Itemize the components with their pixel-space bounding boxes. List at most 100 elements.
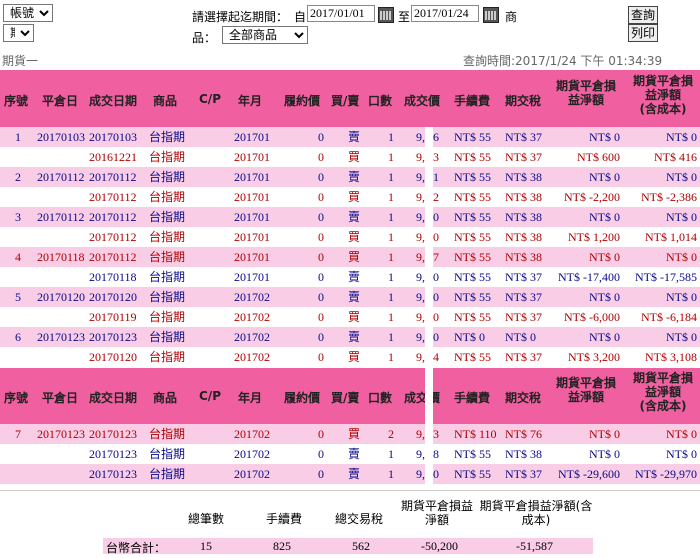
table-row[interactable]: 20170118 台指期 201701 0 賣 1 9, 0 NT$ 55 NT$ 37 NT$ -… (0, 267, 700, 287)
query-button[interactable]: 查詢 (628, 6, 658, 24)
col-header-close_date: 平倉日 (42, 94, 79, 108)
cell-side: 賣 (348, 170, 361, 184)
table-row[interactable]: 20170123 台指期 201702 0 賣 1 9, 8 NT$ 55 NT$ 38 NT$ 0… (0, 444, 700, 464)
cell-tax: NT$ 76 (505, 427, 542, 441)
cell-cost: NT$ -6,184 (641, 310, 697, 324)
cell-tax: NT$ 38 (505, 190, 542, 204)
cell-product: 台指期 (149, 467, 186, 481)
cell-side: 買 (348, 310, 361, 324)
cell-month: 201701 (234, 230, 270, 244)
calendar-icon[interactable] (378, 7, 394, 23)
col-header-strike: 履約價 (284, 94, 321, 108)
table-row[interactable]: 20161221 台指期 201701 0 買 1 9, 3 NT$ 55 NT$ 37 NT$ 6… (0, 147, 700, 167)
cell-price2: 1 (433, 170, 439, 184)
table-row[interactable]: 1 20170103 20170103 台指期 201701 0 賣 1 9, 6 NT$ 55 NT… (0, 127, 700, 147)
cell-tax: NT$ 37 (505, 350, 542, 364)
col-header-seq: 序號 (4, 391, 29, 405)
cell-qty: 1 (388, 467, 394, 481)
cell-fee: NT$ 55 (454, 250, 491, 264)
cell-price2: 7 (433, 250, 439, 264)
table-row[interactable]: 20170123 台指期 201702 0 賣 1 9, 0 NT$ 55 NT$ 37 NT$ -… (0, 464, 700, 484)
col-header-price: 成交價 (404, 94, 441, 108)
cell-close: 20170123 (37, 330, 85, 344)
account-select[interactable]: 帳號 (3, 4, 53, 22)
table-row[interactable]: 4 20170118 20170112 台指期 201701 0 買 1 9, 7 NT$ 55 NT… (0, 247, 700, 267)
cell-strike: 0 (318, 230, 324, 244)
cell-date: 20170112 (89, 250, 137, 264)
cell-product: 台指期 (149, 330, 186, 344)
cell-price2: 0 (433, 270, 439, 284)
cell-strike: 0 (318, 170, 324, 184)
cell-cost: NT$ 1,014 (645, 230, 697, 244)
cell-fee: NT$ 55 (454, 447, 491, 461)
col-header-month: 年月 (238, 391, 263, 405)
cell-product: 台指期 (149, 290, 186, 304)
table-row[interactable]: 20170112 台指期 201701 0 買 1 9, 0 NT$ 55 NT$ 38 NT$ 1… (0, 227, 700, 247)
cell-seq: 7 (15, 427, 21, 441)
cell-cost: NT$ 3,108 (645, 350, 697, 364)
cell-net: NT$ 0 (589, 427, 620, 441)
product-select[interactable]: 全部商品 (222, 26, 308, 44)
cell-fee: NT$ 55 (454, 467, 491, 481)
summary-fee: 825 (273, 539, 291, 553)
cell-strike: 0 (318, 350, 324, 364)
to-date-input[interactable] (411, 5, 479, 22)
table-row[interactable]: 5 20170120 20170120 台指期 201702 0 賣 1 9, 0 NT$ 55 NT… (0, 287, 700, 307)
cell-side: 賣 (348, 290, 361, 304)
from-date-input[interactable] (307, 5, 375, 22)
cell-fee: NT$ 55 (454, 230, 491, 244)
cell-price2: 0 (433, 210, 439, 224)
cell-price2: 4 (433, 350, 439, 364)
cell-date: 20170120 (89, 290, 137, 304)
cell-tax: NT$ 37 (505, 150, 542, 164)
col-header-product: 商品 (153, 391, 178, 405)
cell-strike: 0 (318, 150, 324, 164)
cell-cost: NT$ 0 (666, 210, 697, 224)
summary-count: 15 (200, 539, 212, 553)
print-button[interactable]: 列印 (628, 24, 658, 42)
cell-price: 9, (416, 330, 425, 344)
summary-net: -50,200 (421, 539, 458, 553)
cell-product: 台指期 (149, 150, 186, 164)
col-header-side: 買/賣 (331, 391, 360, 405)
table-row[interactable]: 20170112 台指期 201701 0 買 1 9, 2 NT$ 55 NT$ 38 NT$ -… (0, 187, 700, 207)
table-row[interactable]: 2 20170112 20170112 台指期 201701 0 賣 1 9, 1 NT$ 55 NT… (0, 167, 700, 187)
cell-date: 20170123 (89, 427, 137, 441)
cell-cost: NT$ 0 (666, 290, 697, 304)
cell-strike: 0 (318, 290, 324, 304)
cell-seq: 1 (15, 130, 21, 144)
cell-price: 9, (416, 350, 425, 364)
col-header-side: 買/賣 (331, 94, 360, 108)
cell-price2: 0 (433, 290, 439, 304)
summary-tax-header: 總交易稅 (335, 512, 384, 526)
table-row[interactable]: 20170119 台指期 201702 0 買 1 9, 0 NT$ 55 NT$ 37 NT$ -… (0, 307, 700, 327)
cell-price: 9, (416, 130, 425, 144)
cell-close: 20170112 (37, 170, 85, 184)
cell-cost: NT$ -2,386 (641, 190, 697, 204)
cell-price: 9, (416, 150, 425, 164)
cell-net: NT$ 0 (589, 130, 620, 144)
cell-month: 201702 (234, 350, 270, 364)
calendar-icon[interactable] (483, 7, 499, 23)
cell-price2: 3 (433, 427, 439, 441)
cell-qty: 1 (388, 230, 394, 244)
table-row[interactable]: 3 20170112 20170112 台指期 201701 0 賣 1 9, 0 NT$ 55 NT… (0, 207, 700, 227)
table-row[interactable]: 6 20170123 20170123 台指期 201702 0 賣 1 9, 0 NT$ 0 NT$… (0, 327, 700, 347)
summary-cost: -51,587 (516, 539, 553, 553)
cell-seq: 5 (15, 290, 21, 304)
table-row[interactable]: 20170120 台指期 201702 0 買 1 9, 4 NT$ 55 NT$ 37 NT$ 3… (0, 347, 700, 367)
section-title: 期貨一 (2, 54, 39, 68)
summary-fee-header: 手續費 (266, 512, 303, 526)
col-header-trade_date: 成交日期 (89, 391, 138, 405)
cell-month: 201702 (234, 330, 270, 344)
cell-cost: NT$ -17,585 (635, 270, 697, 284)
table-row[interactable]: 7 20170123 20170123 台指期 201702 0 買 2 9, 3 NT$ 110 N… (0, 424, 700, 444)
type-select[interactable]: 期貨- (3, 24, 34, 42)
cell-month: 201702 (234, 427, 270, 441)
cell-strike: 0 (318, 190, 324, 204)
summary-count-header: 總筆數 (188, 512, 225, 526)
cell-tax: NT$ 38 (505, 210, 542, 224)
cell-net: NT$ 0 (589, 170, 620, 184)
cell-cost: NT$ -29,970 (635, 467, 697, 481)
col-header-trade_date: 成交日期 (89, 94, 138, 108)
